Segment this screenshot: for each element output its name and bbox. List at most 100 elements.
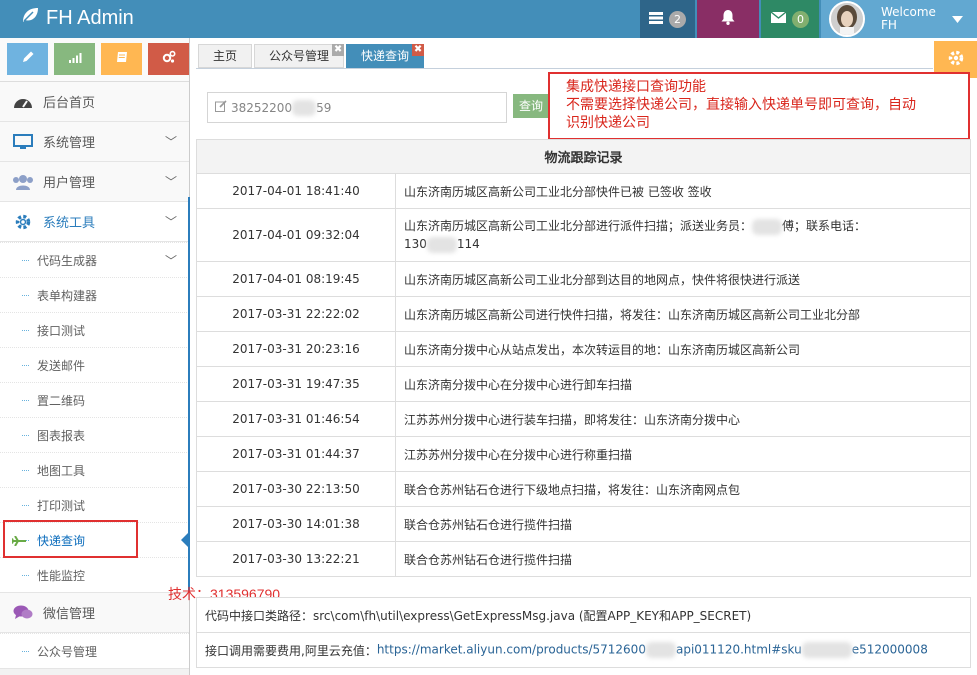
tracking-number-prefix: 38252200 (231, 100, 293, 115)
row-desc: 山东济南历城区高新公司工业北分部到达目的地网点，快件将很快进行派送 (395, 261, 971, 297)
sidebar-item-label: 表单构建器 (37, 288, 98, 303)
shortcut-pencil-button[interactable] (7, 43, 48, 75)
pencil-icon (21, 50, 35, 68)
signal-icon (68, 50, 82, 68)
tracking-number-input[interactable]: 38252200 59 (207, 92, 507, 123)
app-title: FH Admin (46, 6, 134, 29)
envelope-icon (770, 11, 787, 26)
row-time: 2017-03-31 22:22:02 (196, 296, 396, 332)
top-navbar: FH Admin 2 0 Welcome FH (0, 0, 977, 38)
table-row: 2017-03-31 01:46:54 江苏苏州分拨中心进行装车扫描，即将发往：山… (196, 401, 971, 437)
table-header: 物流跟踪记录 (196, 139, 971, 174)
chevron-down-icon: ﹀ (164, 175, 177, 189)
tab-official-accounts[interactable]: 公众号管理 ✖ (254, 44, 345, 68)
messages-button[interactable]: 0 (761, 0, 819, 38)
sidebar-item-official-accounts[interactable]: 公众号管理 (0, 633, 189, 668)
tab-express-query[interactable]: 快递查询 ✖ (346, 44, 425, 68)
sidebar-item-map-tools[interactable]: 地图工具 (0, 452, 189, 487)
gear-icon (947, 49, 965, 71)
sidebar-item-form-builder[interactable]: 表单构建器 (0, 277, 189, 312)
row-desc-b: 傅；联系电话： (782, 219, 867, 233)
query-button[interactable]: 查询 (513, 94, 549, 118)
sidebar: 后台首页 系统管理 ﹀ 用户管理 ﹀ 系统工具 ﹀ 代码生成器 ﹀ 表单构建器 … (0, 38, 190, 675)
callout-line: 不需要选择快递公司，直接输入快递单号即可查询，自动 (566, 97, 916, 113)
highlight-box-express-menu (3, 520, 138, 558)
brand[interactable]: FH Admin (20, 5, 134, 31)
user-menu[interactable]: Welcome FH (821, 0, 977, 38)
table-row: 2017-03-31 01:44:37 江苏苏州分拨中心在分拨中心进行称重扫描 (196, 436, 971, 472)
shortcut-cogs-button[interactable] (148, 43, 189, 75)
sidebar-item-home[interactable]: 后台首页 (0, 82, 189, 122)
table-row: 2017-03-31 22:22:02 山东济南历城区高新公司进行快件扫描，将发往… (196, 296, 971, 332)
row-phone-b: 114 (456, 237, 480, 251)
sidebar-item-label: 代码生成器 (37, 253, 98, 268)
tracking-table: 物流跟踪记录 2017-04-01 18:41:40 山东济南历城区高新公司工业北… (196, 139, 971, 577)
blurred-region (645, 642, 676, 658)
api-path-note: 代码中接口类路径：src\com\fh\util\express\GetExpr… (196, 597, 971, 633)
user-name: FH (881, 18, 897, 32)
sidebar-item-charts[interactable]: 图表报表 (0, 417, 189, 452)
sidebar-item-wechat-management[interactable]: 微信管理 (0, 593, 189, 633)
sidebar-item-label: 后台首页 (43, 96, 96, 111)
sidebar-item-label: 系统管理 (43, 136, 96, 151)
bell-icon (721, 10, 735, 28)
tab-home[interactable]: 主页 (198, 44, 253, 68)
callout-line: 识别快递公司 (566, 115, 650, 131)
row-desc: 山东济南历城区高新公司进行快件扫描，将发往：山东济南历城区高新公司工业北分部 (395, 296, 971, 332)
row-desc: 江苏苏州分拨中心在分拨中心进行称重扫描 (395, 436, 971, 472)
sidebar-item-print-test[interactable]: 打印测试 (0, 487, 189, 522)
avatar (829, 1, 865, 37)
aliyun-market-link[interactable]: https://market.aliyun.com/products/57126… (377, 642, 928, 658)
shortcut-book-button[interactable] (101, 43, 142, 75)
row-desc: 联合仓苏州钻石仓进行揽件扫描 (395, 506, 971, 542)
link-part: e512000008 (851, 642, 928, 657)
row-desc: 山东济南分拨中心在分拨中心进行卸车扫描 (395, 366, 971, 402)
tracking-number-suffix: 59 (316, 100, 332, 115)
row-time: 2017-03-31 20:23:16 (196, 331, 396, 367)
tab-label: 公众号管理 (269, 49, 330, 63)
row-time: 2017-04-01 08:19:45 (196, 261, 396, 297)
sidebar-item-performance-monitor[interactable]: 性能监控 (0, 557, 189, 592)
table-row: 2017-03-30 22:13:50 联合仓苏州钻石仓进行下级地点扫描，将发往：… (196, 471, 971, 507)
tasks-button[interactable]: 2 (640, 0, 695, 38)
tasks-badge: 2 (669, 10, 686, 28)
shortcut-signal-button[interactable] (54, 43, 95, 75)
row-time: 2017-03-30 22:13:50 (196, 471, 396, 507)
row-time: 2017-04-01 18:41:40 (196, 173, 396, 209)
close-icon[interactable]: ✖ (412, 44, 425, 56)
blurred-region (801, 642, 852, 658)
sidebar-item-label: 公众号管理 (37, 644, 98, 659)
leaf-icon (20, 5, 40, 31)
users-icon (12, 171, 34, 193)
link-part: https://market.aliyun.com/products/57126… (376, 642, 646, 657)
chevron-down-icon: ﹀ (164, 135, 177, 149)
row-time: 2017-03-30 14:01:38 (196, 506, 396, 542)
sidebar-item-system-management[interactable]: 系统管理 ﹀ (0, 122, 189, 162)
cog-icon (12, 211, 34, 233)
row-desc: 山东济南历城区高新公司工业北分部进行派件扫描；派送业务员： 傅；联系电话： 130… (395, 208, 971, 262)
tab-label: 主页 (213, 49, 238, 63)
close-icon[interactable]: ✖ (332, 44, 345, 56)
table-row: 2017-04-01 08:19:45 山东济南历城区高新公司工业北分部到达目的地… (196, 261, 971, 297)
sidebar-item-label: 性能监控 (37, 568, 86, 583)
sidebar-item-code-generator[interactable]: 代码生成器 ﹀ (0, 242, 189, 277)
row-time: 2017-04-01 09:32:04 (196, 208, 396, 262)
edit-icon (215, 100, 227, 115)
sidebar-item-system-tools[interactable]: 系统工具 ﹀ (0, 202, 189, 242)
api-path-text: 代码中接口类路径：src\com\fh\util\express\GetExpr… (205, 608, 752, 623)
row-desc: 江苏苏州分拨中心进行装车扫描，即将发往：山东济南分拨中心 (395, 401, 971, 437)
sidebar-item-label: 置二维码 (37, 393, 86, 408)
sidebar-item-user-management[interactable]: 用户管理 ﹀ (0, 162, 189, 202)
sidebar-item-api-test[interactable]: 接口测试 (0, 312, 189, 347)
row-time: 2017-03-31 01:44:37 (196, 436, 396, 472)
row-phone-a: 130 (404, 237, 427, 251)
sidebar-item-label: 微信管理 (43, 607, 96, 622)
sidebar-item-label: 接口测试 (37, 323, 86, 338)
table-row: 2017-03-31 20:23:16 山东济南分拨中心从站点发出，本次转运目的地… (196, 331, 971, 367)
sidebar-item-qrcode[interactable]: 置二维码 (0, 382, 189, 417)
sidebar-item-label: 发送邮件 (37, 358, 86, 373)
tab-divider (196, 68, 933, 69)
notifications-button[interactable] (697, 0, 759, 38)
row-desc: 联合仓苏州钻石仓进行下级地点扫描，将发往：山东济南网点包 (395, 471, 971, 507)
sidebar-item-send-mail[interactable]: 发送邮件 (0, 347, 189, 382)
